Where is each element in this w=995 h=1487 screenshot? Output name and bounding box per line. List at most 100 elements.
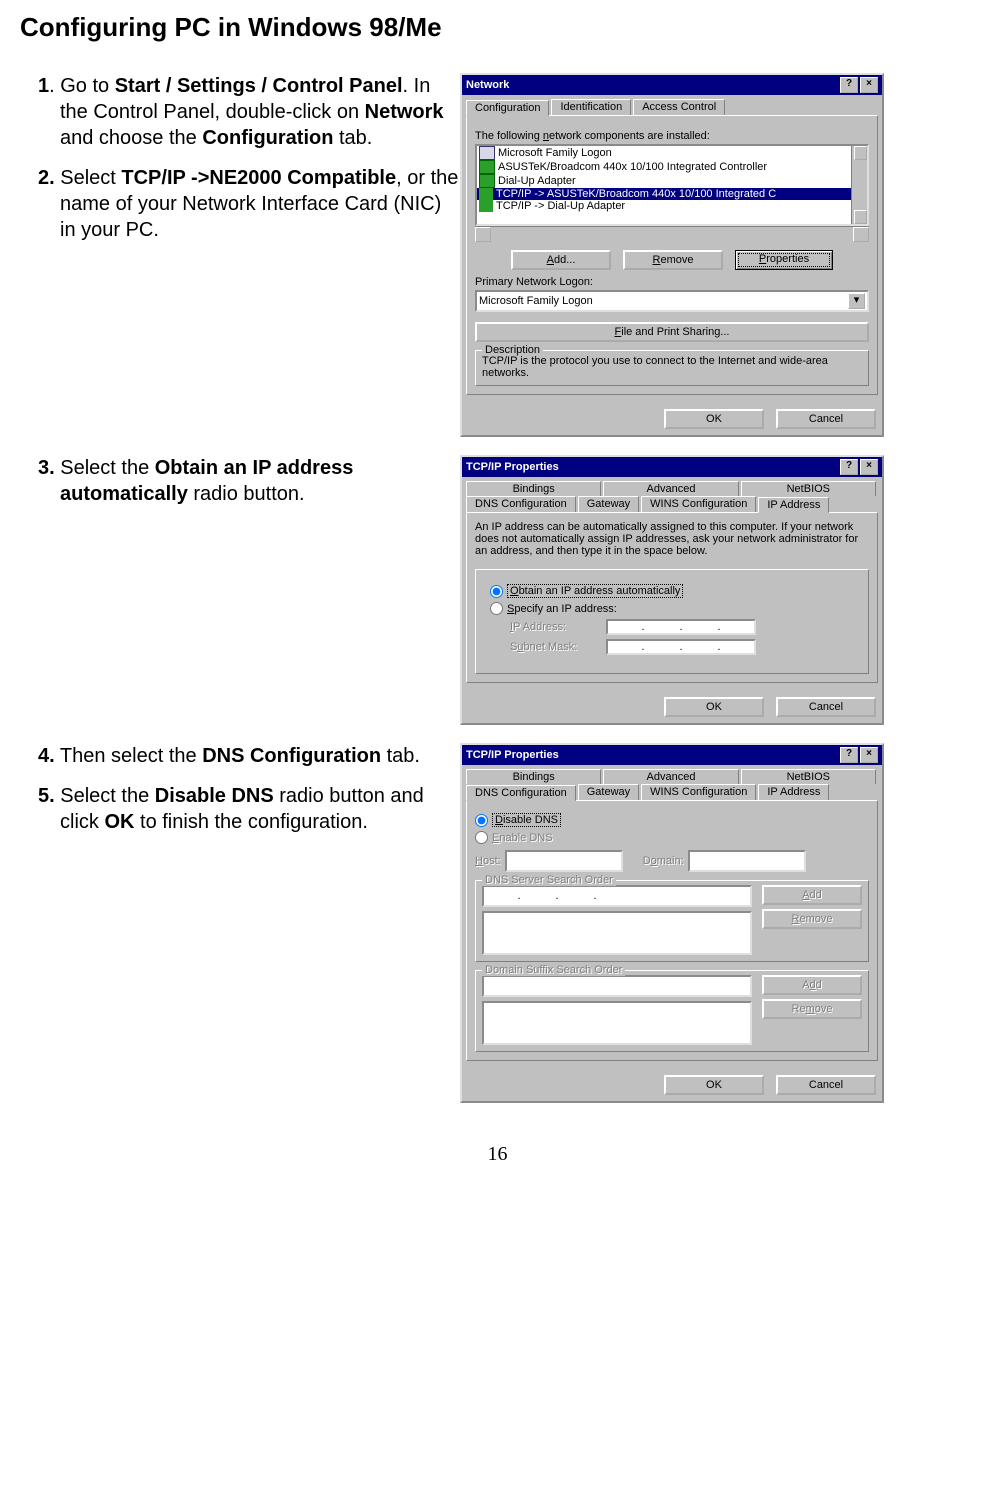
tab-netbios[interactable]: NetBIOS bbox=[741, 481, 876, 496]
adapter-icon bbox=[479, 174, 495, 188]
adapter-icon bbox=[479, 160, 495, 174]
properties-button[interactable]: Properties bbox=[735, 250, 833, 270]
list-item[interactable]: TCP/IP -> ASUSTeK/Broadcom 440x 10/100 I… bbox=[496, 188, 776, 200]
radio-obtain-auto[interactable]: Obtain an IP address automatically bbox=[490, 584, 854, 598]
close-button[interactable]: × bbox=[860, 459, 878, 475]
host-field[interactable] bbox=[505, 850, 623, 872]
step-5-num: 5. bbox=[38, 785, 55, 807]
tcpip-ip-dialog: TCP/IP Properties ? × Bindings Advanced … bbox=[460, 455, 884, 725]
dns-list[interactable] bbox=[482, 911, 752, 955]
ip-address-label: IP Address: bbox=[510, 621, 600, 633]
instructions-4-5: 4. Then select the DNS Configuration tab… bbox=[20, 743, 460, 849]
dns-remove-button[interactable]: Remove bbox=[762, 909, 862, 929]
close-button[interactable]: × bbox=[860, 77, 878, 93]
page-number: 16 bbox=[20, 1143, 975, 1166]
radio-input[interactable] bbox=[475, 831, 488, 844]
ok-button[interactable]: OK bbox=[664, 697, 764, 717]
tab-wins-configuration[interactable]: WINS Configuration bbox=[641, 784, 756, 800]
tab-dns-configuration[interactable]: DNS Configuration bbox=[466, 496, 576, 512]
tab-configuration[interactable]: Configuration bbox=[466, 100, 549, 116]
page-title: Configuring PC in Windows 98/Me bbox=[20, 12, 975, 43]
tab-strip: Configuration Identification Access Cont… bbox=[462, 95, 882, 115]
radio-specify-ip[interactable]: Specify an IP address: bbox=[490, 602, 854, 615]
dns-order-legend: DNS Server Search Order bbox=[482, 874, 616, 886]
tab-advanced[interactable]: Advanced bbox=[603, 481, 738, 496]
dialog-title: TCP/IP Properties bbox=[466, 461, 559, 473]
cancel-button[interactable]: Cancel bbox=[776, 697, 876, 717]
scrollbar-vertical[interactable] bbox=[851, 146, 867, 224]
dns-ip-field[interactable]: ... bbox=[482, 885, 752, 907]
file-print-sharing-button[interactable]: File and Print Sharing... bbox=[475, 322, 869, 342]
list-item[interactable]: ASUSTeK/Broadcom 440x 10/100 Integrated … bbox=[498, 161, 767, 173]
tab-netbios[interactable]: NetBIOS bbox=[741, 769, 876, 784]
instructions-1-2: 1. Go to Start / Settings / Control Pane… bbox=[20, 73, 460, 257]
remove-button[interactable]: Remove bbox=[623, 250, 723, 270]
help-button[interactable]: ? bbox=[840, 459, 858, 475]
add-button[interactable]: Add... bbox=[511, 250, 611, 270]
help-button[interactable]: ? bbox=[840, 77, 858, 93]
domain-suffix-list[interactable] bbox=[482, 1001, 752, 1045]
primary-logon-combo[interactable]: Microsoft Family Logon ▾ bbox=[475, 290, 869, 312]
radio-enable-dns[interactable]: Enable DNS bbox=[475, 831, 869, 844]
tcpip-dns-dialog: TCP/IP Properties ? × Bindings Advanced … bbox=[460, 743, 884, 1103]
row-step-4-5: 4. Then select the DNS Configuration tab… bbox=[20, 743, 975, 1103]
ok-button[interactable]: OK bbox=[664, 409, 764, 429]
network-dialog: Network ? × Configuration Identification… bbox=[460, 73, 884, 437]
tab-dns-configuration[interactable]: DNS Configuration bbox=[466, 785, 576, 801]
help-button[interactable]: ? bbox=[840, 747, 858, 763]
installed-components-label: The following network components are ins… bbox=[475, 130, 869, 142]
tab-advanced[interactable]: Advanced bbox=[603, 769, 738, 784]
description-group: Description TCP/IP is the protocol you u… bbox=[475, 350, 869, 386]
subnet-mask-field[interactable]: ... bbox=[606, 639, 756, 655]
ip-desc-text: An IP address can be automatically assig… bbox=[475, 521, 869, 557]
subnet-mask-label: Subnet Mask: bbox=[510, 641, 600, 653]
radio-input[interactable] bbox=[490, 585, 503, 598]
close-button[interactable]: × bbox=[860, 747, 878, 763]
tab-access-control[interactable]: Access Control bbox=[633, 99, 725, 115]
radio-input[interactable] bbox=[490, 602, 503, 615]
tab-identification[interactable]: Identification bbox=[551, 99, 631, 115]
scrollbar-horizontal[interactable] bbox=[475, 226, 869, 242]
domain-field[interactable] bbox=[688, 850, 806, 872]
tab-ip-address[interactable]: IP Address bbox=[758, 784, 829, 800]
description-legend: Description bbox=[482, 344, 543, 356]
tab-gateway[interactable]: Gateway bbox=[578, 496, 639, 512]
list-item[interactable]: TCP/IP -> Dial-Up Adapter bbox=[496, 200, 625, 212]
domain-add-button[interactable]: Add bbox=[762, 975, 862, 995]
list-item[interactable]: Microsoft Family Logon bbox=[498, 147, 612, 159]
dialog-title-bar: Network ? × bbox=[462, 75, 882, 95]
components-listbox[interactable]: Microsoft Family Logon ASUSTeK/Broadcom … bbox=[475, 144, 869, 226]
step-4-num: 4. bbox=[38, 745, 55, 767]
list-item[interactable]: Dial-Up Adapter bbox=[498, 175, 576, 187]
cancel-button[interactable]: Cancel bbox=[776, 409, 876, 429]
tab-ip-address[interactable]: IP Address bbox=[758, 497, 829, 513]
description-text: TCP/IP is the protocol you use to connec… bbox=[482, 355, 862, 379]
cancel-button[interactable]: Cancel bbox=[776, 1075, 876, 1095]
client-icon bbox=[479, 146, 495, 160]
domain-remove-button[interactable]: Remove bbox=[762, 999, 862, 1019]
domain-order-legend: Domain Suffix Search Order bbox=[482, 964, 625, 976]
chevron-down-icon[interactable]: ▾ bbox=[848, 293, 865, 309]
radio-disable-dns[interactable]: Disable DNS bbox=[475, 813, 869, 827]
tab-wins-configuration[interactable]: WINS Configuration bbox=[641, 496, 756, 512]
domain-suffix-field[interactable] bbox=[482, 975, 752, 997]
dialog-title: Network bbox=[466, 79, 509, 91]
tab-bindings[interactable]: Bindings bbox=[466, 769, 601, 784]
dialog-title: TCP/IP Properties bbox=[466, 749, 559, 761]
dns-add-button[interactable]: Add bbox=[762, 885, 862, 905]
host-label: Host: bbox=[475, 855, 501, 867]
ip-address-field[interactable]: ... bbox=[606, 619, 756, 635]
instructions-3: 3. Select the Obtain an IP address autom… bbox=[20, 455, 460, 521]
step-2-num: 2. bbox=[38, 167, 55, 189]
protocol-icon bbox=[479, 200, 493, 212]
tab-gateway[interactable]: Gateway bbox=[578, 784, 639, 800]
row-step-1-2: 1. Go to Start / Settings / Control Pane… bbox=[20, 73, 975, 437]
ok-button[interactable]: OK bbox=[664, 1075, 764, 1095]
protocol-icon bbox=[479, 188, 493, 200]
step-3-num: 3. bbox=[38, 457, 55, 479]
step-1-num: 1 bbox=[38, 75, 49, 97]
radio-input[interactable] bbox=[475, 814, 488, 827]
tab-bindings[interactable]: Bindings bbox=[466, 481, 601, 496]
primary-logon-label: Primary Network Logon: bbox=[475, 276, 869, 288]
domain-label: Domain: bbox=[643, 855, 684, 867]
